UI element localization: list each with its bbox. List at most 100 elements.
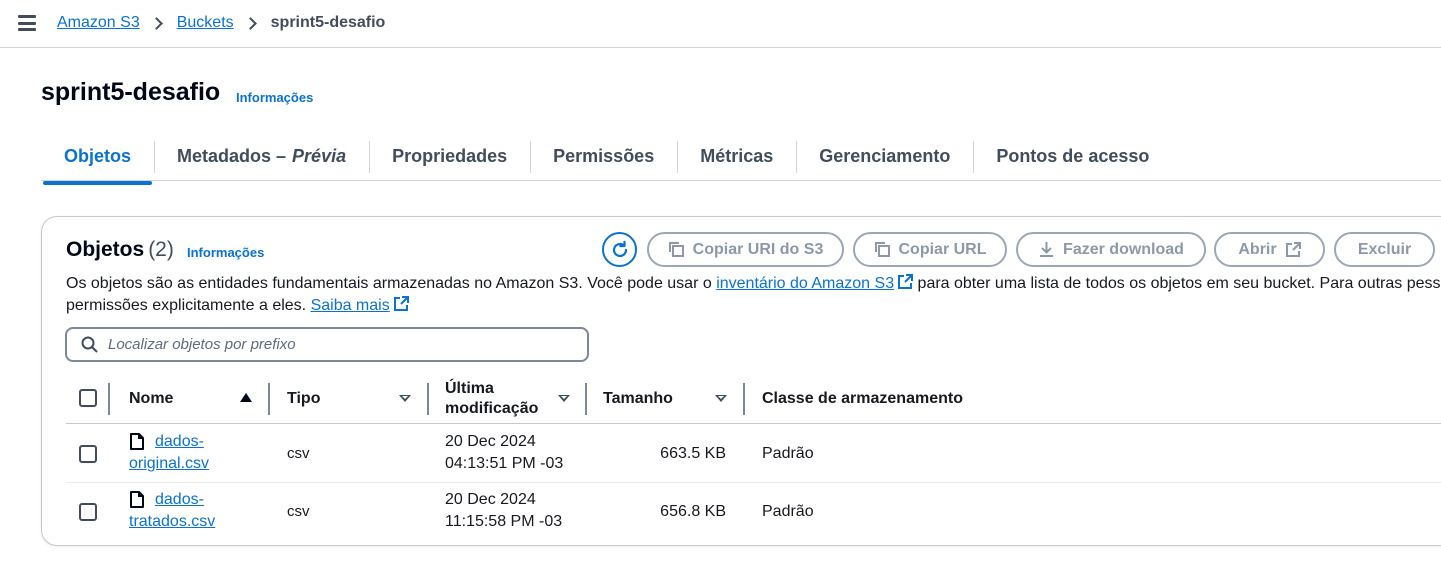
object-type: csv xyxy=(287,503,310,520)
modified-date: 20 Dec 2024 xyxy=(445,491,536,508)
download-icon xyxy=(1040,242,1054,257)
select-all-checkbox[interactable] xyxy=(79,389,97,407)
column-header-last-modified[interactable]: Última modificação xyxy=(445,374,538,424)
objects-description: Os objetos são as entidades fundamentais… xyxy=(66,273,1441,317)
open-label: Abrir xyxy=(1238,240,1277,258)
object-storage-class: Padrão xyxy=(762,445,814,462)
tab-gerenciamento[interactable]: Gerenciamento xyxy=(796,137,973,177)
column-header-storage-class[interactable]: Classe de armazenamento xyxy=(762,374,963,424)
tab-label: Objetos xyxy=(64,146,132,166)
column-header-type[interactable]: Tipo xyxy=(287,374,320,424)
sort-icon[interactable] xyxy=(715,395,727,402)
breadcrumb: Amazon S3 Buckets sprint5-desafio xyxy=(57,14,385,32)
object-name-part[interactable]: original.csv xyxy=(129,455,209,472)
column-divider[interactable] xyxy=(268,383,270,415)
search-icon xyxy=(81,336,98,353)
column-label: Tipo xyxy=(287,390,321,407)
top-navigation-bar: Amazon S3 Buckets sprint5-desafio xyxy=(0,0,1441,48)
breadcrumb-current: sprint5-desafio xyxy=(270,14,386,31)
search-input[interactable] xyxy=(108,336,548,353)
object-name-part[interactable]: dados- xyxy=(155,433,204,450)
tab-permissoes[interactable]: Permissões xyxy=(530,137,677,177)
tab-metadados[interactable]: Metadados – Prévia xyxy=(154,137,369,177)
object-last-modified: 20 Dec 2024 04:13:51 PM -03 xyxy=(445,431,563,475)
column-divider[interactable] xyxy=(427,383,429,415)
modified-time: 11:15:58 PM -03 xyxy=(445,513,563,530)
external-link-icon xyxy=(898,274,914,289)
object-name-link[interactable]: dados- original.csv xyxy=(129,431,209,475)
download-label: Fazer download xyxy=(1063,240,1184,258)
external-link-icon xyxy=(1285,241,1301,257)
page-info-link[interactable]: Informações xyxy=(236,90,313,105)
description-text: Os objetos são as entidades fundamentais… xyxy=(66,275,717,292)
tab-label: Permissões xyxy=(553,146,655,166)
breadcrumb-buckets[interactable]: Buckets xyxy=(177,14,234,32)
table-header: Nome Tipo Última modificação Tamanho Cla… xyxy=(66,374,1441,424)
description-text: para obter uma lista de todos os objetos… xyxy=(913,275,1441,292)
copy-s3-uri-button[interactable]: Copiar URI do S3 xyxy=(647,232,844,267)
chevron-right-icon xyxy=(149,16,163,30)
learn-more-link[interactable]: Saiba mais xyxy=(311,297,390,314)
column-divider[interactable] xyxy=(585,383,587,415)
object-storage-class: Padrão xyxy=(762,503,814,520)
modified-time: 04:13:51 PM -03 xyxy=(445,455,564,472)
external-link-icon xyxy=(393,296,409,311)
description-text: permissões explicitamente a eles. xyxy=(66,297,311,314)
download-button[interactable]: Fazer download xyxy=(1016,232,1206,267)
objects-count: (2) xyxy=(148,238,174,261)
copy-icon xyxy=(668,242,684,257)
menu-icon[interactable] xyxy=(18,15,36,31)
object-name-part[interactable]: tratados.csv xyxy=(129,513,215,530)
column-header-name[interactable]: Nome xyxy=(129,374,173,424)
refresh-icon xyxy=(612,240,627,257)
sort-icon[interactable] xyxy=(558,395,570,402)
column-divider xyxy=(108,383,110,415)
tab-preview-suffix: Prévia xyxy=(292,146,347,166)
copy-icon xyxy=(874,242,890,257)
tab-label: Metadados – xyxy=(177,146,287,166)
copy-uri-label: Copiar URI do S3 xyxy=(692,240,824,258)
search-field xyxy=(65,327,589,362)
objects-title: Objetos xyxy=(66,238,145,261)
object-size: 663.5 KB xyxy=(660,445,726,462)
tab-objetos[interactable]: Objetos xyxy=(41,137,154,185)
tab-metricas[interactable]: Métricas xyxy=(677,137,796,177)
tab-pontos-de-acesso[interactable]: Pontos de acesso xyxy=(973,137,1172,177)
object-name-link[interactable]: dados- tratados.csv xyxy=(129,489,215,533)
object-type: csv xyxy=(287,445,310,462)
column-label: Nome xyxy=(129,390,174,407)
object-name-part[interactable]: dados- xyxy=(155,491,204,508)
objects-info-link[interactable]: Informações xyxy=(187,245,264,260)
sort-ascending-icon[interactable] xyxy=(240,393,252,402)
objects-heading: Objetos (2) xyxy=(66,238,174,262)
column-label: Tamanho xyxy=(603,390,673,407)
table-row: dados- original.csv csv 20 Dec 2024 04:1… xyxy=(66,425,1441,482)
delete-button[interactable]: Excluir xyxy=(1334,232,1435,267)
column-divider[interactable] xyxy=(743,383,745,415)
column-label: modificação xyxy=(445,400,539,417)
modified-date: 20 Dec 2024 xyxy=(445,433,536,450)
page-title: sprint5-desafio xyxy=(41,78,221,106)
copy-url-button[interactable]: Copiar URL xyxy=(853,232,1007,267)
tab-label: Propriedades xyxy=(392,146,508,166)
open-button[interactable]: Abrir xyxy=(1214,232,1325,267)
tab-propriedades[interactable]: Propriedades xyxy=(369,137,530,177)
inventory-link[interactable]: inventário do Amazon S3 xyxy=(716,275,894,292)
tab-label: Pontos de acesso xyxy=(996,146,1150,166)
column-label: Última xyxy=(445,380,494,397)
copy-url-label: Copiar URL xyxy=(898,240,987,258)
table-row: dados- tratados.csv csv 20 Dec 2024 11:1… xyxy=(66,482,1441,539)
refresh-button[interactable] xyxy=(602,232,637,267)
bucket-tabs: Objetos Metadados – Prévia Propriedades P… xyxy=(41,133,1441,185)
chevron-right-icon xyxy=(243,16,257,30)
delete-label: Excluir xyxy=(1357,240,1412,258)
tab-label: Métricas xyxy=(700,146,774,166)
sort-icon[interactable] xyxy=(399,395,411,402)
column-header-size[interactable]: Tamanho xyxy=(603,374,673,424)
breadcrumb-amazon-s3[interactable]: Amazon S3 xyxy=(57,14,140,32)
row-checkbox[interactable] xyxy=(79,503,97,521)
column-label: Classe de armazenamento xyxy=(762,390,963,407)
row-checkbox[interactable] xyxy=(79,445,97,463)
tab-label: Gerenciamento xyxy=(819,146,951,166)
object-size: 656.8 KB xyxy=(660,503,726,520)
